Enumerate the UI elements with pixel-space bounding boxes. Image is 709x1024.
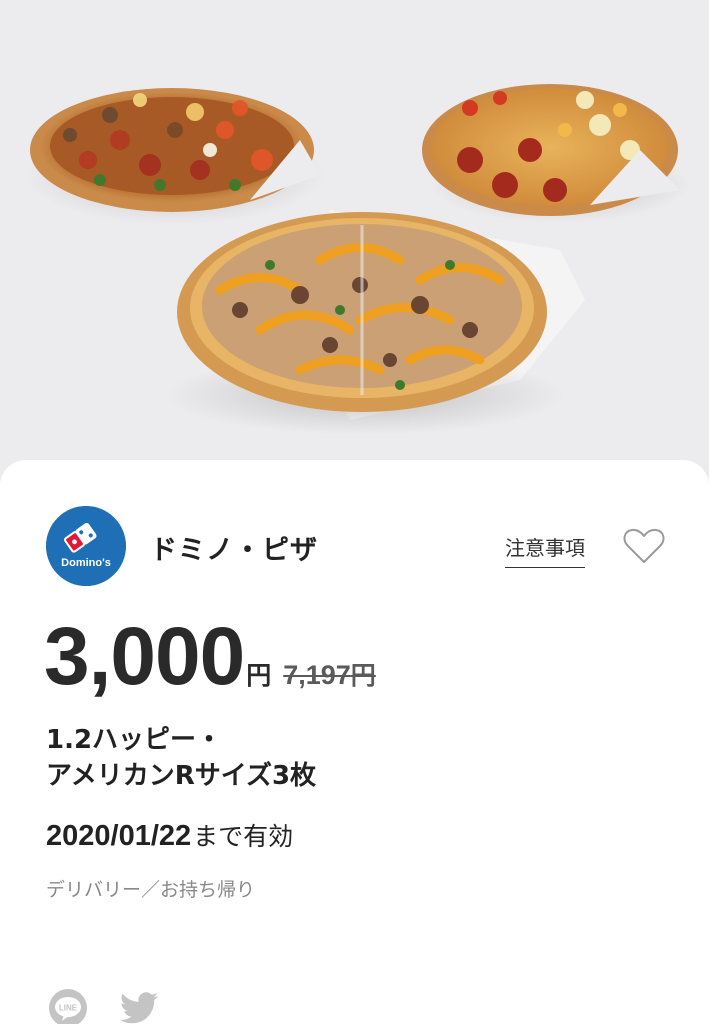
expiry-date: 2020/01/22まで有効 — [46, 817, 293, 853]
notes-link[interactable]: 注意事項 — [505, 532, 585, 568]
usage-type: デリバリー／お持ち帰り — [46, 879, 256, 901]
price-row: 3,000円 7,197円 — [44, 610, 376, 702]
pizza-hero-image — [0, 0, 709, 470]
sale-price-unit: 円 — [246, 661, 272, 690]
share-twitter-button[interactable] — [118, 988, 162, 1024]
pizza-photo — [25, 84, 690, 435]
coupon-card: Domino's ドミノ・ピザ 注意事項 3,000円 7,197円 1.2ハッピ… — [0, 460, 709, 1024]
expiry-suffix: まで有効 — [193, 822, 294, 851]
share-line-button[interactable]: LINE — [48, 988, 88, 1024]
heart-outline-icon — [623, 528, 665, 563]
favorite-button[interactable] — [622, 526, 666, 566]
shop-logo: Domino's — [46, 506, 126, 586]
dominos-logo-icon: Domino's — [46, 506, 126, 586]
product-name-line-1: 1.2ハッピー・ — [46, 725, 223, 755]
original-price: 7,197 — [283, 660, 351, 690]
original-price-unit: 円 — [350, 661, 376, 690]
expiry-date-value: 2020/01/22 — [46, 820, 192, 852]
sale-price: 3,000 — [44, 611, 245, 702]
twitter-icon — [119, 992, 159, 1024]
logo-text: Domino's — [61, 557, 111, 569]
line-label: LINE — [59, 1004, 78, 1013]
product-name: 1.2ハッピー・ アメリカンRサイズ3枚 — [46, 722, 316, 794]
line-icon: LINE — [49, 989, 87, 1024]
shop-name: ドミノ・ピザ — [150, 535, 318, 566]
product-name-line-2: アメリカンRサイズ3枚 — [46, 761, 317, 791]
coupon-screen: Domino's ドミノ・ピザ 注意事項 3,000円 7,197円 1.2ハッピ… — [0, 0, 709, 1024]
